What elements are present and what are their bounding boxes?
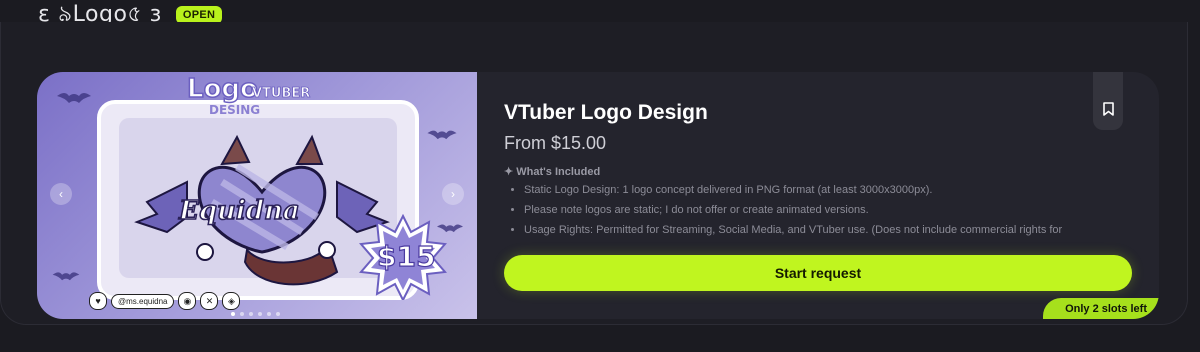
carousel-dot[interactable]	[267, 312, 271, 316]
product-info: VTuber Logo Design From $15.00 ✦ What's …	[504, 72, 1159, 319]
feature-item: Static Logo Design: 1 logo concept deliv…	[524, 180, 1124, 200]
carousel-dot[interactable]	[249, 312, 253, 316]
carousel-next-button[interactable]: ›	[442, 183, 464, 205]
bookmark-icon	[1102, 102, 1114, 116]
product-price: From $15.00	[504, 133, 607, 153]
chevron-left-icon: ‹	[59, 187, 63, 201]
vtuber-icon: ◈	[222, 292, 241, 310]
hero-carousel[interactable]: Logo VTUBER DESING Equidna $15 ♥ @ms.equ…	[37, 72, 477, 319]
slots-left-badge: Only 2 slots left	[1043, 298, 1159, 319]
whats-included-heading: ✦ What's Included	[504, 166, 601, 178]
heart-icon: ♥	[89, 292, 107, 310]
artwork-logo-word: Logo	[186, 73, 258, 105]
artwork-character-name: Equidna	[178, 195, 300, 227]
product-card: Logo VTUBER DESING Equidna $15 ♥ @ms.equ…	[37, 72, 1159, 319]
feature-list: Static Logo Design: 1 logo concept deliv…	[510, 180, 1124, 242]
feature-item: Usage Rights: Permitted for Streaming, S…	[524, 220, 1124, 242]
artwork-social-strip: ♥ @ms.equidna ◉ ✕ ◈	[89, 292, 241, 310]
x-icon: ✕	[200, 292, 219, 310]
bookmark-button[interactable]	[1093, 72, 1123, 130]
carousel-dots[interactable]	[231, 312, 280, 316]
discord-icon: ◉	[178, 292, 197, 310]
feature-item: Please note logos are static; I do not o…	[524, 200, 1124, 220]
carousel-dot[interactable]	[240, 312, 244, 316]
carousel-dot[interactable]	[276, 312, 280, 316]
carousel-prev-button[interactable]: ‹	[50, 183, 72, 205]
chevron-right-icon: ›	[451, 187, 455, 201]
service-panel: Logo VTUBER DESING Equidna $15 ♥ @ms.equ…	[0, 22, 1188, 325]
artwork-vtuber-word: VTUBER	[252, 86, 311, 102]
artwork-price-badge: $15	[376, 239, 436, 273]
start-request-button[interactable]: Start request	[504, 255, 1132, 291]
carousel-dot[interactable]	[231, 312, 235, 316]
carousel-dot[interactable]	[258, 312, 262, 316]
artwork-desing-word: DESING	[209, 103, 261, 117]
artwork-social-handle: @ms.equidna	[111, 293, 175, 309]
product-title: VTuber Logo Design	[504, 101, 708, 124]
